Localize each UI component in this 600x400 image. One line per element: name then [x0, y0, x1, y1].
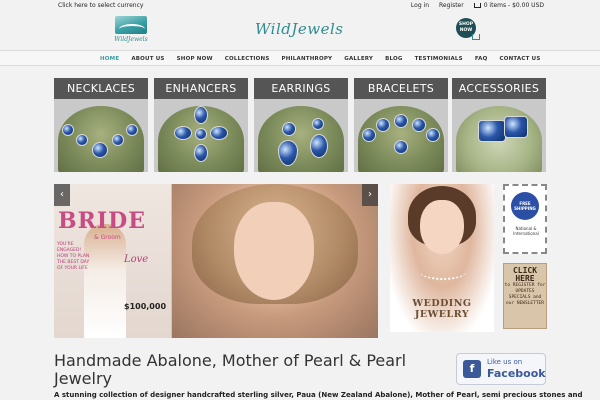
face-shape — [420, 200, 464, 254]
category-label: BRACELETS — [354, 78, 448, 99]
model-portrait — [172, 184, 378, 338]
magazine-coverline: YOU'RE ENGAGED! HOW TO PLAN THE BEST DAY… — [57, 242, 90, 271]
category-label: EARRINGS — [254, 78, 348, 99]
gem-icon — [92, 142, 108, 158]
nav-item-collections[interactable]: COLLECTIONS — [225, 56, 270, 62]
brand-wordmark[interactable]: WildJewels — [255, 20, 343, 38]
gem-icon — [426, 128, 440, 142]
gem-icon — [362, 128, 376, 142]
gem-icon — [210, 126, 228, 140]
free-shipping-badge: FREE SHIPPING — [511, 192, 539, 220]
gem-icon — [394, 140, 408, 154]
gem-icon — [412, 118, 426, 132]
gem-icon — [174, 126, 192, 140]
wave-logo-icon — [115, 16, 147, 34]
cart-icon — [473, 3, 481, 8]
magazine-title: BRIDE — [58, 208, 147, 234]
category-tile-bracelets[interactable]: BRACELETS — [354, 78, 448, 172]
pearl-necklace-icon — [420, 264, 466, 280]
site-logo[interactable]: WildJewels — [113, 16, 149, 46]
gem-icon — [112, 134, 124, 146]
magazine-subtitle: & Groom — [94, 234, 121, 241]
gem-icon — [126, 124, 138, 136]
nav-item-gallery[interactable]: GALLERY — [344, 56, 373, 62]
category-label: NECKLACES — [54, 78, 148, 99]
cart-icon[interactable] — [472, 34, 480, 40]
category-tile-enhancers[interactable]: ENHANCERS — [154, 78, 248, 172]
category-tile-accessories[interactable]: ACCESSORIES — [452, 78, 546, 172]
gem-icon — [194, 144, 208, 162]
gem-icon — [62, 124, 74, 136]
chevron-left-icon[interactable]: ‹ — [54, 184, 70, 206]
hero-slider[interactable]: BRIDE & Groom YOU'RE ENGAGED! HOW TO PLA… — [54, 184, 378, 338]
cart-summary: 0 items - $0.00 USD — [483, 2, 544, 9]
top-utility-bar: Click here to select currency Log in Reg… — [0, 0, 600, 12]
wedding-jewelry-label[interactable]: WEDDING JEWELRY — [398, 298, 486, 320]
magazine-love: Love — [124, 254, 149, 265]
register-link[interactable]: Register — [439, 2, 464, 9]
nav-item-blog[interactable]: BLOG — [385, 56, 403, 62]
face-shape — [234, 202, 314, 300]
account-links: Log in Register 0 items - $0.00 USD — [411, 2, 544, 9]
facebook-brand: Facebook — [487, 367, 546, 380]
gem-icon — [194, 106, 208, 124]
gem-icon — [312, 118, 324, 130]
facebook-like-text: Like us on — [487, 358, 523, 366]
nav-item-contact-us[interactable]: CONTACT US — [499, 56, 540, 62]
nav-item-about-us[interactable]: ABOUT US — [131, 56, 164, 62]
chevron-right-icon[interactable]: › — [362, 184, 378, 206]
gem-icon — [282, 122, 296, 136]
sea-urchin-image — [258, 106, 344, 172]
facebook-like-button[interactable]: f Like us on Facebook — [456, 353, 546, 385]
page-headline: Handmade Abalone, Mother of Pearl & Pear… — [54, 351, 407, 388]
category-label: ENHANCERS — [154, 78, 248, 99]
category-tiles: NECKLACES ENHANCERS EARRINGS BRACELETS A… — [54, 78, 546, 172]
nav-item-home[interactable]: HOME — [100, 56, 119, 62]
magazine-price: $100,000 — [124, 302, 167, 311]
site-header: WildJewels WildJewels SHOP NOW — [0, 12, 600, 50]
nav-item-testimonials[interactable]: TESTIMONIALS — [415, 56, 463, 62]
category-tile-earrings[interactable]: EARRINGS — [254, 78, 348, 172]
nav-item-faq[interactable]: FAQ — [475, 56, 488, 62]
gem-icon — [394, 114, 408, 128]
shipping-scope-text: National & International — [513, 226, 539, 236]
newsletter-text: to REGISTER for UPDATES SPECIALS and our… — [504, 283, 546, 306]
currency-selector-link[interactable]: Click here to select currency — [58, 2, 143, 9]
page: Click here to select currency Log in Reg… — [0, 0, 600, 400]
gem-icon — [195, 128, 207, 140]
nav-item-shop-now[interactable]: SHOP NOW — [177, 56, 213, 62]
free-shipping-stamp[interactable]: FREE SHIPPING National & International — [503, 184, 547, 254]
sea-urchin-image — [58, 106, 144, 172]
gem-icon — [376, 118, 390, 132]
gem-icon — [310, 134, 328, 158]
category-tile-necklaces[interactable]: NECKLACES — [54, 78, 148, 172]
cufflink-icon — [478, 120, 506, 142]
nav-item-philanthropy[interactable]: PHILANTHROPY — [282, 56, 333, 62]
category-label: ACCESSORIES — [452, 78, 546, 99]
facebook-thumb-icon: f — [463, 360, 481, 378]
login-link[interactable]: Log in — [411, 2, 429, 9]
logo-text: WildJewels — [114, 36, 148, 43]
magazine-cover: BRIDE & Groom YOU'RE ENGAGED! HOW TO PLA… — [54, 184, 172, 338]
newsletter-signup-card[interactable]: CLICK HERE to REGISTER for UPDATES SPECI… — [503, 263, 547, 329]
cart-link[interactable]: 0 items - $0.00 USD — [473, 2, 544, 9]
cufflink-icon — [504, 116, 528, 138]
main-navigation: HOME ABOUT US SHOP NOW COLLECTIONS PHILANTHR… — [0, 50, 600, 66]
gem-icon — [76, 134, 88, 146]
click-here-text: CLICK HERE — [512, 266, 538, 283]
page-tagline: A stunning collection of designer handcr… — [54, 391, 583, 399]
nav-list: HOME ABOUT US SHOP NOW COLLECTIONS PHILANTHR… — [100, 51, 553, 66]
